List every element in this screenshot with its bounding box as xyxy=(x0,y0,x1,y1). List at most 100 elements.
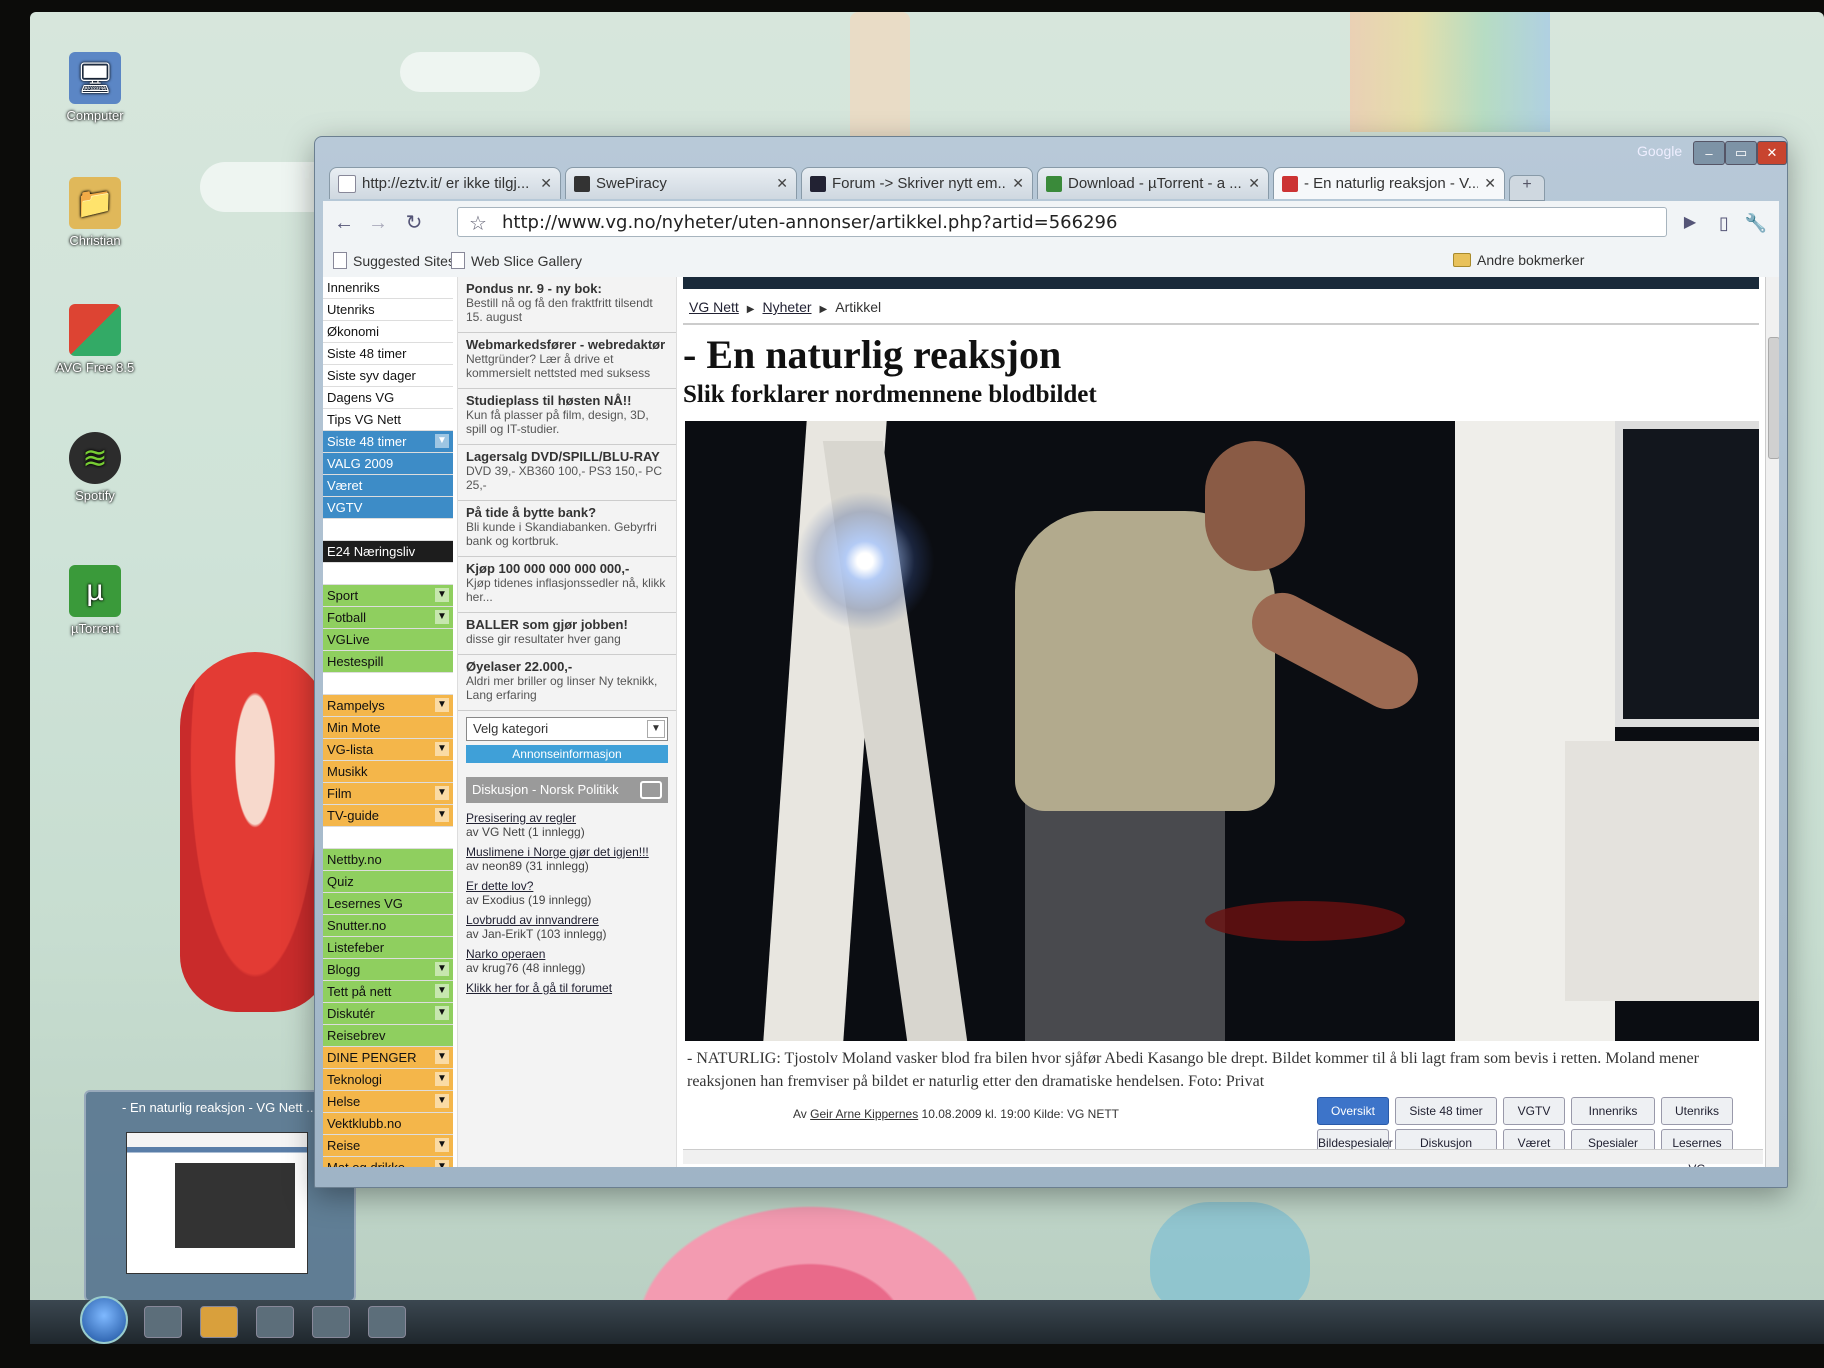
desktop-icon-spotify[interactable]: ≋ Spotify xyxy=(50,432,140,503)
nav-item[interactable]: Tett på nett ▼ xyxy=(323,981,453,1003)
chevron-down-icon[interactable]: ▼ xyxy=(435,808,449,822)
discussion-item[interactable]: Muslimene i Norge gjør det igjen!!! av ne… xyxy=(466,845,668,873)
tab-forum[interactable]: Forum -> Skriver nytt em... ✕ xyxy=(801,167,1033,199)
start-button[interactable] xyxy=(80,1296,128,1344)
nav-item[interactable]: Helse ▼ xyxy=(323,1091,453,1113)
reload-icon[interactable]: ↻ xyxy=(399,209,429,237)
address-bar[interactable]: http://www.vg.no/nyheter/uten-annonser/a… xyxy=(457,207,1667,237)
nav-item[interactable]: Sport ▼ xyxy=(323,585,453,607)
back-icon[interactable]: ← xyxy=(329,209,359,237)
section-tab[interactable]: Siste 48 timer xyxy=(1395,1097,1497,1125)
nav-item[interactable]: Hestespill xyxy=(323,651,453,673)
discussion-item[interactable]: Narko operaen av krug76 (48 innlegg) xyxy=(466,947,668,975)
ad-item[interactable]: Webmarkedsfører - webredaktør Nettgründer… xyxy=(458,333,676,389)
taskbar-explorer-button[interactable] xyxy=(144,1306,182,1338)
discussion-item[interactable]: Lovbrudd av innvandrere av Jan-ErikT (103… xyxy=(466,913,668,941)
nav-item[interactable]: Mat og drikke▼ xyxy=(323,1157,453,1167)
nav-item[interactable]: VALG 2009 xyxy=(323,453,453,475)
close-icon[interactable]: ✕ xyxy=(1484,175,1496,192)
crumb-vg-nett[interactable]: VG Nett xyxy=(689,299,739,315)
discussion-item[interactable]: Presisering av regler av VG Nett (1 innle… xyxy=(466,811,668,839)
annonse-info-button[interactable]: Annonseinformasjon xyxy=(466,745,668,763)
close-icon[interactable]: ✕ xyxy=(1012,175,1024,192)
desktop-icon-utorrent[interactable]: µ µTorrent xyxy=(50,565,140,636)
ad-item[interactable]: På tide å bytte bank? Bli kunde i Skandia… xyxy=(458,501,676,557)
close-button[interactable]: ✕ xyxy=(1757,141,1787,165)
nav-item[interactable]: Tips VG Nett xyxy=(323,409,453,431)
chevron-down-icon[interactable]: ▼ xyxy=(435,984,449,998)
nav-item[interactable]: Quiz xyxy=(323,871,453,893)
horizontal-scrollbar[interactable] xyxy=(683,1149,1763,1164)
chevron-down-icon[interactable]: ▼ xyxy=(435,786,449,800)
nav-item[interactable]: VGLive xyxy=(323,629,453,651)
chevron-down-icon[interactable]: ▼ xyxy=(435,1072,449,1086)
nav-item[interactable]: Siste 48 timer xyxy=(323,343,453,365)
nav-item[interactable]: Været xyxy=(323,475,453,497)
nav-item[interactable]: TV-guide ▼ xyxy=(323,805,453,827)
nav-item[interactable]: Teknologi ▼ xyxy=(323,1069,453,1091)
minimize-button[interactable]: – xyxy=(1693,141,1725,165)
section-tab[interactable]: VGTV xyxy=(1503,1097,1565,1125)
bookmark-suggested-sites[interactable]: Suggested Sites xyxy=(333,252,455,269)
chevron-down-icon[interactable]: ▼ xyxy=(435,1006,449,1020)
chevron-down-icon[interactable]: ▼ xyxy=(435,1138,449,1152)
section-tab[interactable]: Innenriks xyxy=(1571,1097,1655,1125)
forum-link[interactable]: Klikk her for å gå til forumet xyxy=(466,981,668,995)
forward-icon[interactable]: → xyxy=(363,209,393,237)
tab-eztv[interactable]: http://eztv.it/ er ikke tilgj... ✕ xyxy=(329,167,561,199)
taskbar-app-button[interactable] xyxy=(256,1306,294,1338)
nav-item[interactable]: Diskutér ▼ xyxy=(323,1003,453,1025)
ad-item[interactable]: Kjøp 100 000 000 000 000,- Kjøp tidenes i… xyxy=(458,557,676,613)
page-menu-icon[interactable]: ▯ xyxy=(1709,209,1739,237)
nav-item[interactable]: VGTV xyxy=(323,497,453,519)
wrench-icon[interactable]: 🔧 xyxy=(1741,209,1771,237)
nav-item[interactable]: Snutter.no xyxy=(323,915,453,937)
tab-utorrent[interactable]: Download - µTorrent - a ... ✕ xyxy=(1037,167,1269,199)
ad-item[interactable]: Pondus nr. 9 - ny bok: Bestill nå og få d… xyxy=(458,277,676,333)
chevron-down-icon[interactable]: ▼ xyxy=(435,1094,449,1108)
section-tab[interactable]: Utenriks xyxy=(1661,1097,1733,1125)
close-icon[interactable]: ✕ xyxy=(1248,175,1260,192)
category-select[interactable]: Velg kategori ▼ xyxy=(466,717,668,741)
nav-item[interactable]: Blogg ▼ xyxy=(323,959,453,981)
tab-swepiracy[interactable]: SwePiracy ✕ xyxy=(565,167,797,199)
close-icon[interactable]: ✕ xyxy=(776,175,788,192)
maximize-button[interactable]: ▭ xyxy=(1725,141,1757,165)
close-icon[interactable]: ✕ xyxy=(540,175,552,192)
taskbar-chrome-button[interactable] xyxy=(200,1306,238,1338)
ad-item[interactable]: Lagersalg DVD/SPILL/BLU-RAY DVD 39,- XB36… xyxy=(458,445,676,501)
section-tab[interactable]: Oversikt xyxy=(1317,1097,1389,1125)
nav-item[interactable]: Vektklubb.no xyxy=(323,1113,453,1135)
chevron-down-icon[interactable]: ▼ xyxy=(435,1050,449,1064)
ad-item[interactable]: Øyelaser 22.000,- Aldri mer briller og li… xyxy=(458,655,676,711)
scroll-thumb[interactable] xyxy=(1768,337,1779,459)
nav-item[interactable]: Økonomi xyxy=(323,321,453,343)
nav-item[interactable]: E24 Næringsliv xyxy=(323,541,453,563)
nav-item[interactable]: Rampelys ▼ xyxy=(323,695,453,717)
nav-item[interactable]: Utenriks xyxy=(323,299,453,321)
taskbar-app-button[interactable] xyxy=(368,1306,406,1338)
desktop-icon-avg[interactable]: AVG Free 8.5 xyxy=(50,304,140,375)
desktop-icon-computer[interactable]: 🖥 Computer xyxy=(50,52,140,123)
desktop-icon-user-folder[interactable]: 📁 Christian xyxy=(50,177,140,248)
tab-vg-article[interactable]: - En naturlig reaksjon - V... ✕ xyxy=(1273,167,1505,199)
go-icon[interactable]: ▶ xyxy=(1675,209,1705,237)
chevron-down-icon[interactable]: ▼ xyxy=(435,962,449,976)
chevron-down-icon[interactable]: ▼ xyxy=(435,588,449,602)
ad-item[interactable]: BALLER som gjør jobben! disse gir resulta… xyxy=(458,613,676,655)
nav-item[interactable]: Fotball ▼ xyxy=(323,607,453,629)
nav-item[interactable]: Nettby.no xyxy=(323,849,453,871)
nav-item[interactable]: Reise ▼ xyxy=(323,1135,453,1157)
chevron-down-icon[interactable]: ▼ xyxy=(435,434,449,448)
chevron-down-icon[interactable]: ▼ xyxy=(435,610,449,624)
chevron-down-icon[interactable]: ▼ xyxy=(435,742,449,756)
author-link[interactable]: Geir Arne Kippernes xyxy=(810,1107,918,1121)
nav-item[interactable]: Lesernes VG xyxy=(323,893,453,915)
crumb-nyheter[interactable]: Nyheter xyxy=(763,299,812,315)
nav-item[interactable]: Siste 48 timer ▼ xyxy=(323,431,453,453)
bookmark-star-icon[interactable]: ☆ xyxy=(469,211,487,236)
nav-item[interactable]: Innenriks xyxy=(323,277,453,299)
nav-item[interactable]: Listefeber xyxy=(323,937,453,959)
bookmark-web-slice-gallery[interactable]: Web Slice Gallery xyxy=(451,252,582,269)
vertical-scrollbar[interactable] xyxy=(1765,277,1779,1167)
